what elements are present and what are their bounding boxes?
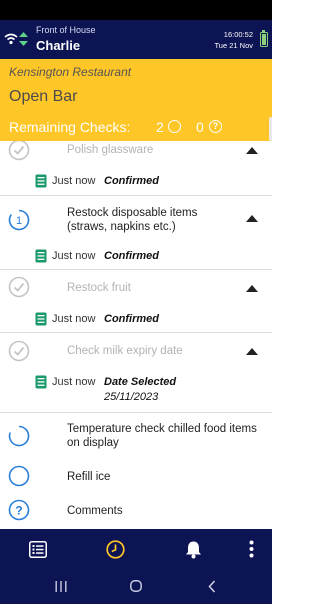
open-circle-icon	[8, 465, 30, 487]
user-name[interactable]: Charlie	[36, 38, 80, 53]
question-badge: ?	[15, 504, 22, 518]
task-title: Refill ice	[67, 471, 111, 483]
check-circle-icon	[8, 141, 30, 161]
sync-arrows-icon	[19, 32, 28, 46]
remaining-checks-label: Remaining Checks:	[9, 119, 131, 135]
log-status: Confirmed	[104, 250, 159, 262]
nav-checklist[interactable]	[8, 529, 68, 569]
log-status: Confirmed	[104, 175, 159, 187]
collapse-caret-icon[interactable]	[246, 348, 258, 355]
task-item[interactable]: Check milk expiry date Just now Date Sel…	[0, 333, 272, 413]
check-circle-icon	[8, 340, 30, 362]
log-time: Just now	[52, 376, 96, 388]
collapse-caret-icon[interactable]	[246, 285, 258, 292]
task-title: Temperature check chilled food items on …	[67, 423, 257, 449]
check-circle-icon	[8, 276, 30, 298]
back-button[interactable]	[192, 569, 232, 604]
log-note-icon	[35, 312, 47, 326]
system-navigation-bar	[0, 569, 272, 604]
clock: 16:00:52 Tue 21 Nov	[215, 29, 254, 51]
recent-apps-button[interactable]	[41, 569, 81, 604]
log-time: Just now	[52, 313, 96, 325]
count-badge: 1	[16, 215, 22, 227]
task-item[interactable]: Temperature check chilled food items on …	[0, 413, 272, 460]
back-icon	[208, 580, 216, 593]
nav-more[interactable]	[222, 529, 282, 569]
area-title: Open Bar	[9, 88, 78, 105]
notifications-icon	[186, 541, 201, 559]
task-title: Comments	[67, 505, 123, 517]
task-item[interactable]: Polish glassware Just now Confirmed	[0, 141, 272, 196]
task-title: Check milk expiry date	[67, 345, 183, 357]
collapse-caret-icon[interactable]	[246, 147, 258, 154]
nav-notifications[interactable]	[164, 529, 224, 569]
question-circle-icon: ?	[209, 120, 222, 133]
log-status: Confirmed	[104, 313, 159, 325]
system-status-bar	[0, 0, 272, 20]
log-time: Just now	[52, 175, 96, 187]
task-list: Polish glassware Just now Confirmed 1 Re…	[0, 141, 272, 529]
nav-history[interactable]	[86, 529, 146, 569]
clock-time: 16:00:52	[223, 30, 253, 39]
log-value: 25/11/2023	[104, 391, 159, 403]
collapse-caret-icon[interactable]	[246, 215, 258, 222]
pending-count: 2	[156, 119, 164, 135]
home-icon	[130, 580, 142, 592]
app-header: Front of House Charlie 16:00:52 Tue 21 N…	[0, 20, 272, 59]
in-progress-circle-icon	[8, 425, 30, 447]
log-time: Just now	[52, 250, 96, 262]
bottom-navigation	[0, 529, 272, 569]
unknown-count: 0	[196, 119, 204, 135]
log-note-icon	[35, 375, 47, 389]
count-circle-icon: 1	[8, 209, 30, 231]
task-title: Restock fruit	[67, 282, 131, 294]
pending-circle-icon	[168, 120, 181, 133]
recent-apps-icon	[55, 581, 67, 592]
home-button[interactable]	[116, 569, 156, 604]
scroll-indicator[interactable]	[269, 117, 272, 141]
log-status: Date Selected	[104, 376, 177, 388]
log-note-icon	[35, 249, 47, 263]
venue-name: Kensington Restaurant	[9, 65, 132, 79]
clock-date: Tue 21 Nov	[214, 41, 254, 50]
task-item[interactable]: Refill ice	[0, 460, 272, 494]
wifi-icon	[4, 33, 18, 45]
task-item[interactable]: Restock fruit Just now Confirmed	[0, 270, 272, 333]
checklist-icon	[29, 541, 47, 558]
more-icon	[249, 540, 254, 558]
log-note-icon	[35, 174, 47, 188]
history-icon	[106, 540, 125, 559]
task-title: Restock disposable items (straws, napkin…	[67, 207, 198, 233]
task-item[interactable]: ? Comments	[0, 494, 272, 529]
task-title: Polish glassware	[67, 144, 154, 156]
context-label: Front of House	[36, 25, 96, 35]
checklist-banner: Kensington Restaurant Open Bar Remaining…	[0, 59, 272, 141]
task-item[interactable]: 1 Restock disposable items (straws, napk…	[0, 196, 272, 270]
battery-icon	[260, 30, 268, 47]
question-circle-icon: ?	[8, 499, 30, 521]
